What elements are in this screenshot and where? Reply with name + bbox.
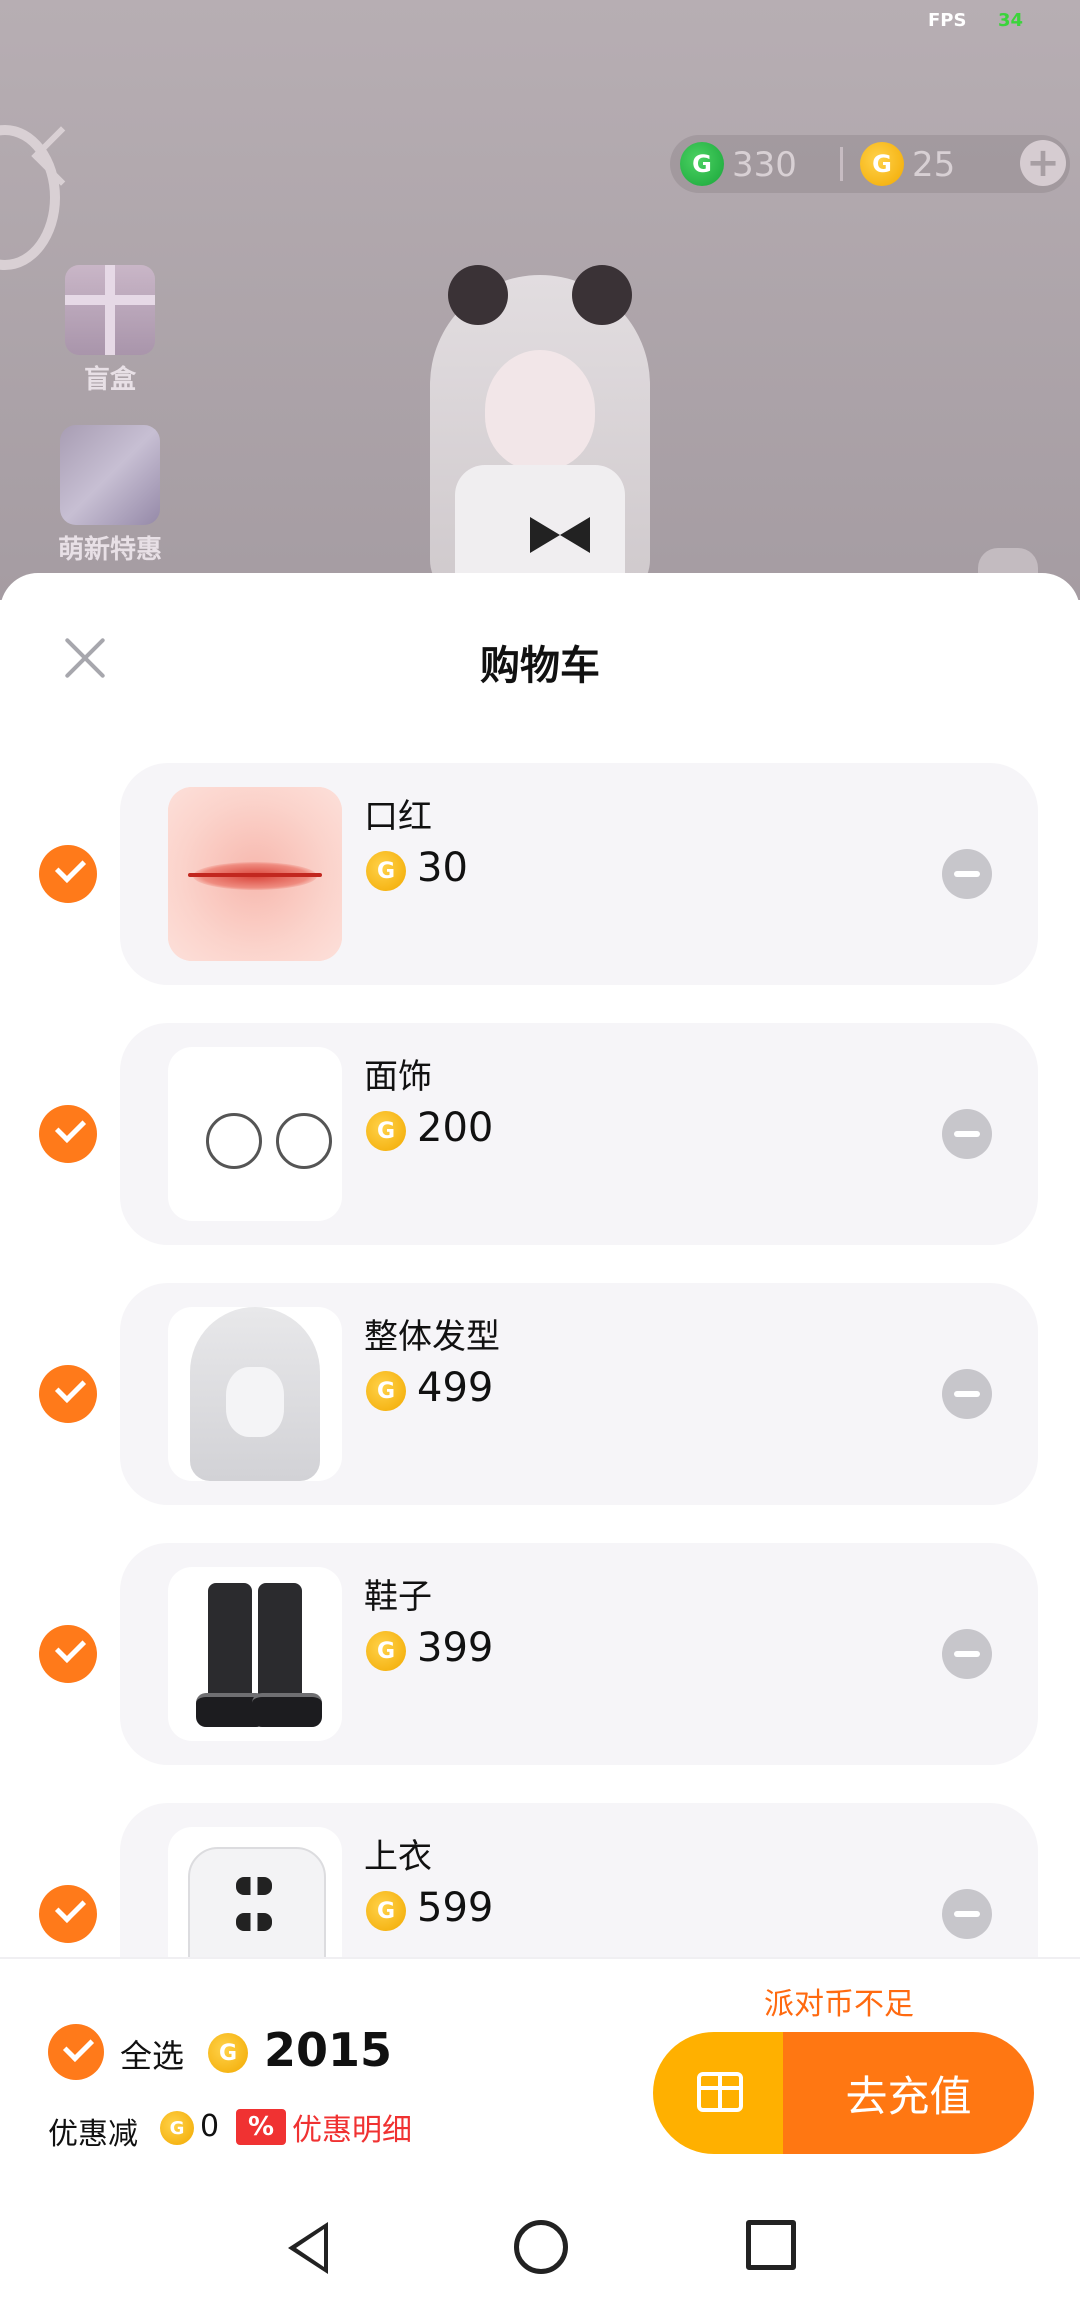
currency-bar: 330 25 + [670, 135, 1070, 193]
remove-item-icon[interactable] [942, 1629, 992, 1679]
cart-item: 鞋子 399 [0, 1543, 1080, 1765]
system-nav-bar [0, 2180, 1080, 2310]
avatar-character [420, 255, 660, 600]
fps-value: 34 [998, 10, 1024, 31]
item-name: 鞋子 [364, 1577, 432, 1617]
newbie-deal-image [60, 425, 160, 525]
select-all-checkbox[interactable] [48, 2024, 104, 2080]
cart-item: 口红 30 [0, 763, 1080, 985]
cart-item-list[interactable]: 口红 30 面饰 200 [0, 763, 1080, 1960]
percent-icon: % [236, 2109, 286, 2145]
item-card[interactable]: 上衣 599 [120, 1803, 1038, 1960]
sheet-title: 购物车 [480, 643, 600, 689]
item-card[interactable]: 口红 30 [120, 763, 1038, 985]
avatar-scene: FPS 34 330 25 + 盲盒 萌新特惠 [0, 0, 1080, 600]
item-price: 200 [417, 1105, 494, 1151]
select-all-label[interactable]: 全选 [120, 2031, 184, 2077]
gold-coin-icon [366, 1371, 406, 1411]
blind-box-label: 盲盒 [83, 365, 136, 395]
newbie-deal-entry[interactable]: 萌新特惠 [55, 425, 165, 566]
discount-value: 0 [200, 2109, 220, 2144]
item-name: 上衣 [364, 1837, 432, 1877]
currency-divider [840, 147, 843, 181]
item-checkbox[interactable] [39, 845, 97, 903]
checkout-bar: 全选 2015 优惠减 0 % 优惠明细 派对币不足 去充值 [0, 1957, 1080, 2182]
fps-label: FPS [928, 10, 967, 31]
gold-coin-icon [366, 1891, 406, 1931]
gift-section[interactable] [653, 2032, 783, 2154]
item-name: 口红 [364, 797, 432, 837]
item-card[interactable]: 整体发型 499 [120, 1283, 1038, 1505]
remove-item-icon[interactable] [942, 1889, 992, 1939]
item-thumbnail [168, 787, 342, 961]
gift-icon [697, 2072, 743, 2112]
item-price: 499 [417, 1365, 494, 1411]
plus-icon[interactable]: + [1020, 140, 1066, 186]
item-checkbox[interactable] [39, 1625, 97, 1683]
total-price: 2015 [264, 2023, 393, 2077]
recharge-label[interactable]: 去充值 [783, 2032, 1034, 2154]
item-thumbnail [168, 1567, 342, 1741]
item-thumbnail [168, 1307, 342, 1481]
cart-item: 面饰 200 [0, 1023, 1080, 1245]
nav-recents-icon[interactable] [746, 2220, 796, 2270]
cart-item: 整体发型 499 [0, 1283, 1080, 1505]
recharge-button[interactable]: 去充值 [653, 2032, 1034, 2154]
gold-coin-icon [366, 1631, 406, 1671]
item-price: 599 [417, 1885, 494, 1931]
green-coin-amount: 330 [732, 145, 797, 185]
item-price: 399 [417, 1625, 494, 1671]
item-checkbox[interactable] [39, 1365, 97, 1423]
item-checkbox[interactable] [39, 1105, 97, 1163]
discount-label: 优惠减 [48, 2117, 138, 2152]
remove-item-icon[interactable] [942, 1109, 992, 1159]
gold-coin-icon [860, 142, 904, 186]
remove-item-icon[interactable] [942, 1369, 992, 1419]
discount-detail-link[interactable]: % 优惠明细 [236, 2107, 420, 2148]
item-card[interactable]: 面饰 200 [120, 1023, 1038, 1245]
item-name: 面饰 [364, 1057, 432, 1097]
gold-coin-icon [366, 851, 406, 891]
green-coin-icon [680, 142, 724, 186]
gold-coin-icon [366, 1111, 406, 1151]
nav-home-icon[interactable] [514, 2220, 568, 2274]
cart-item: 上衣 599 [0, 1803, 1080, 1960]
blind-box-entry[interactable]: 盲盒 [55, 265, 165, 396]
nav-back-icon[interactable] [288, 2222, 328, 2274]
discount-detail-label: 优惠明细 [292, 2113, 412, 2148]
item-price: 30 [417, 845, 468, 891]
gold-coin-icon [160, 2111, 194, 2145]
insufficient-balance-notice: 派对币不足 [764, 1987, 914, 2022]
newbie-deal-label: 萌新特惠 [57, 535, 162, 565]
item-thumbnail [168, 1827, 342, 1960]
gift-box-icon [65, 265, 155, 355]
item-card[interactable]: 鞋子 399 [120, 1543, 1038, 1765]
gold-coin-amount: 25 [912, 145, 956, 185]
item-thumbnail [168, 1047, 342, 1221]
gold-coin-icon [208, 2033, 248, 2073]
item-checkbox[interactable] [39, 1885, 97, 1943]
item-name: 整体发型 [364, 1317, 500, 1357]
remove-item-icon[interactable] [942, 849, 992, 899]
